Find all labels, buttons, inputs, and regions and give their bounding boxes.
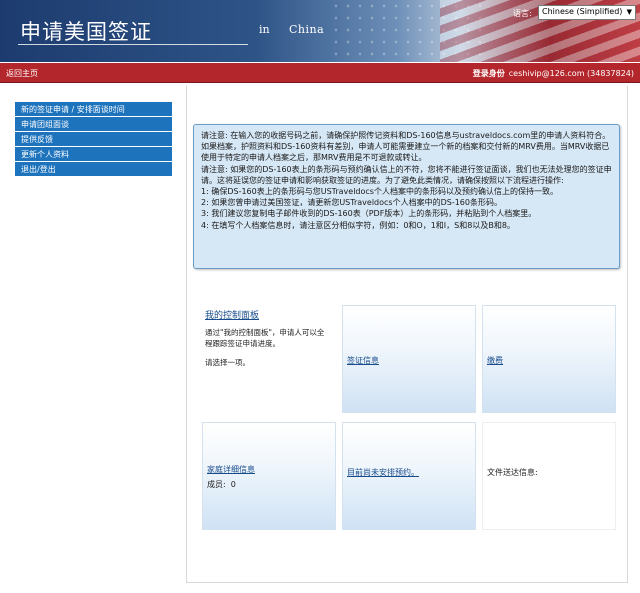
family-details-link[interactable]: 家庭详细信息 [207,464,255,475]
login-user: ceshivip@126.com (34837824) [508,69,634,78]
members-label-text: 成员: [207,480,226,489]
site-subtitle-in: in [259,23,270,36]
tile-appointment[interactable]: 目前尚未安排预约。 [342,422,476,530]
tile-delivery-info: 文件送达信息: [482,422,616,530]
sidebar-item-feedback[interactable]: 提供反馈 [15,132,172,147]
no-appointment-link[interactable]: 目前尚未安排预约。 [347,467,419,478]
language-label: 语言: [513,9,532,18]
sidebar-item-logout[interactable]: 退出/登出 [15,162,172,177]
top-navbar: 返回主页 登录身份 ceshivip@126.com (34837824) [0,63,640,83]
visa-info-link[interactable]: 签证信息 [347,355,379,366]
dashboard-intro: 我的控制面板 通过"我的控制面板"，申请人可以全程跟踪签证申请进度。 请选择一项… [197,300,337,410]
chevron-down-icon: ▼ [626,8,632,16]
dashboard-choose-text: 请选择一项。 [205,358,250,367]
title-underline [18,44,248,45]
site-subtitle-country: China [289,23,325,36]
dashboard-title-link[interactable]: 我的控制面板 [205,308,337,321]
site-title: 申请美国签证 [20,20,152,44]
notice-line: 2: 如果您曾申请过美国签证，请更新您USTraveldocs个人档案中的DS-… [201,198,502,208]
tile-visa-info[interactable]: 签证信息 [342,305,476,413]
delivery-info-label: 文件送达信息: [487,468,538,477]
language-select[interactable]: Chinese (Simplified) ▼ [538,5,636,20]
sidebar-item-new-application[interactable]: 新的签证申请 / 安排面谈时间 [15,102,172,117]
notice-line: 1: 确保DS-160表上的条形码与您USTraveldocs个人档案中的条形码… [201,187,558,197]
tile-family-details[interactable]: 家庭详细信息 成员: 0 [202,422,336,530]
login-info: 登录身份 ceshivip@126.com (34837824) [473,68,634,79]
notice-line: 请注意: 在输入您的收据号码之前，请确保护照传记资料和DS-160信息与ustr… [201,131,611,163]
notice-box: 请注意: 在输入您的收据号码之前，请确保护照传记资料和DS-160信息与ustr… [193,124,620,269]
sidebar-item-group-interview[interactable]: 申请团组面谈 [15,117,172,132]
dashboard: 我的控制面板 通过"我的控制面板"，申请人可以全程跟踪签证申请进度。 请选择一项… [197,300,617,560]
members-count: 0 [230,480,236,489]
notice-line: 4: 在填写个人档案信息时，请注意区分相似字符，例如：0和O，1和I，S和8以及… [201,220,515,230]
tile-payment[interactable]: 缴费 [482,305,616,413]
home-link[interactable]: 返回主页 [6,68,38,79]
sidebar-item-update-profile[interactable]: 更新个人资料 [15,147,172,162]
sidebar-menu: 新的签证申请 / 安排面谈时间 申请团组面谈 提供反馈 更新个人资料 退出/登出 [15,102,172,177]
language-select-value: Chinese (Simplified) [542,7,623,16]
members-label: 成员: 0 [207,479,236,490]
payment-link[interactable]: 缴费 [487,355,503,366]
notice-line: 3: 我们建议您复制电子邮件收到的DS-160表（PDF版本）上的条形码，并粘贴… [201,209,537,219]
notice-line: 请注意: 如果您的DS-160表上的条形码与预约确认信上的不符，您将不能进行签证… [201,164,612,185]
dashboard-description: 通过"我的控制面板"，申请人可以全程跟踪签证申请进度。 [205,328,325,348]
login-label: 登录身份 [472,69,505,78]
